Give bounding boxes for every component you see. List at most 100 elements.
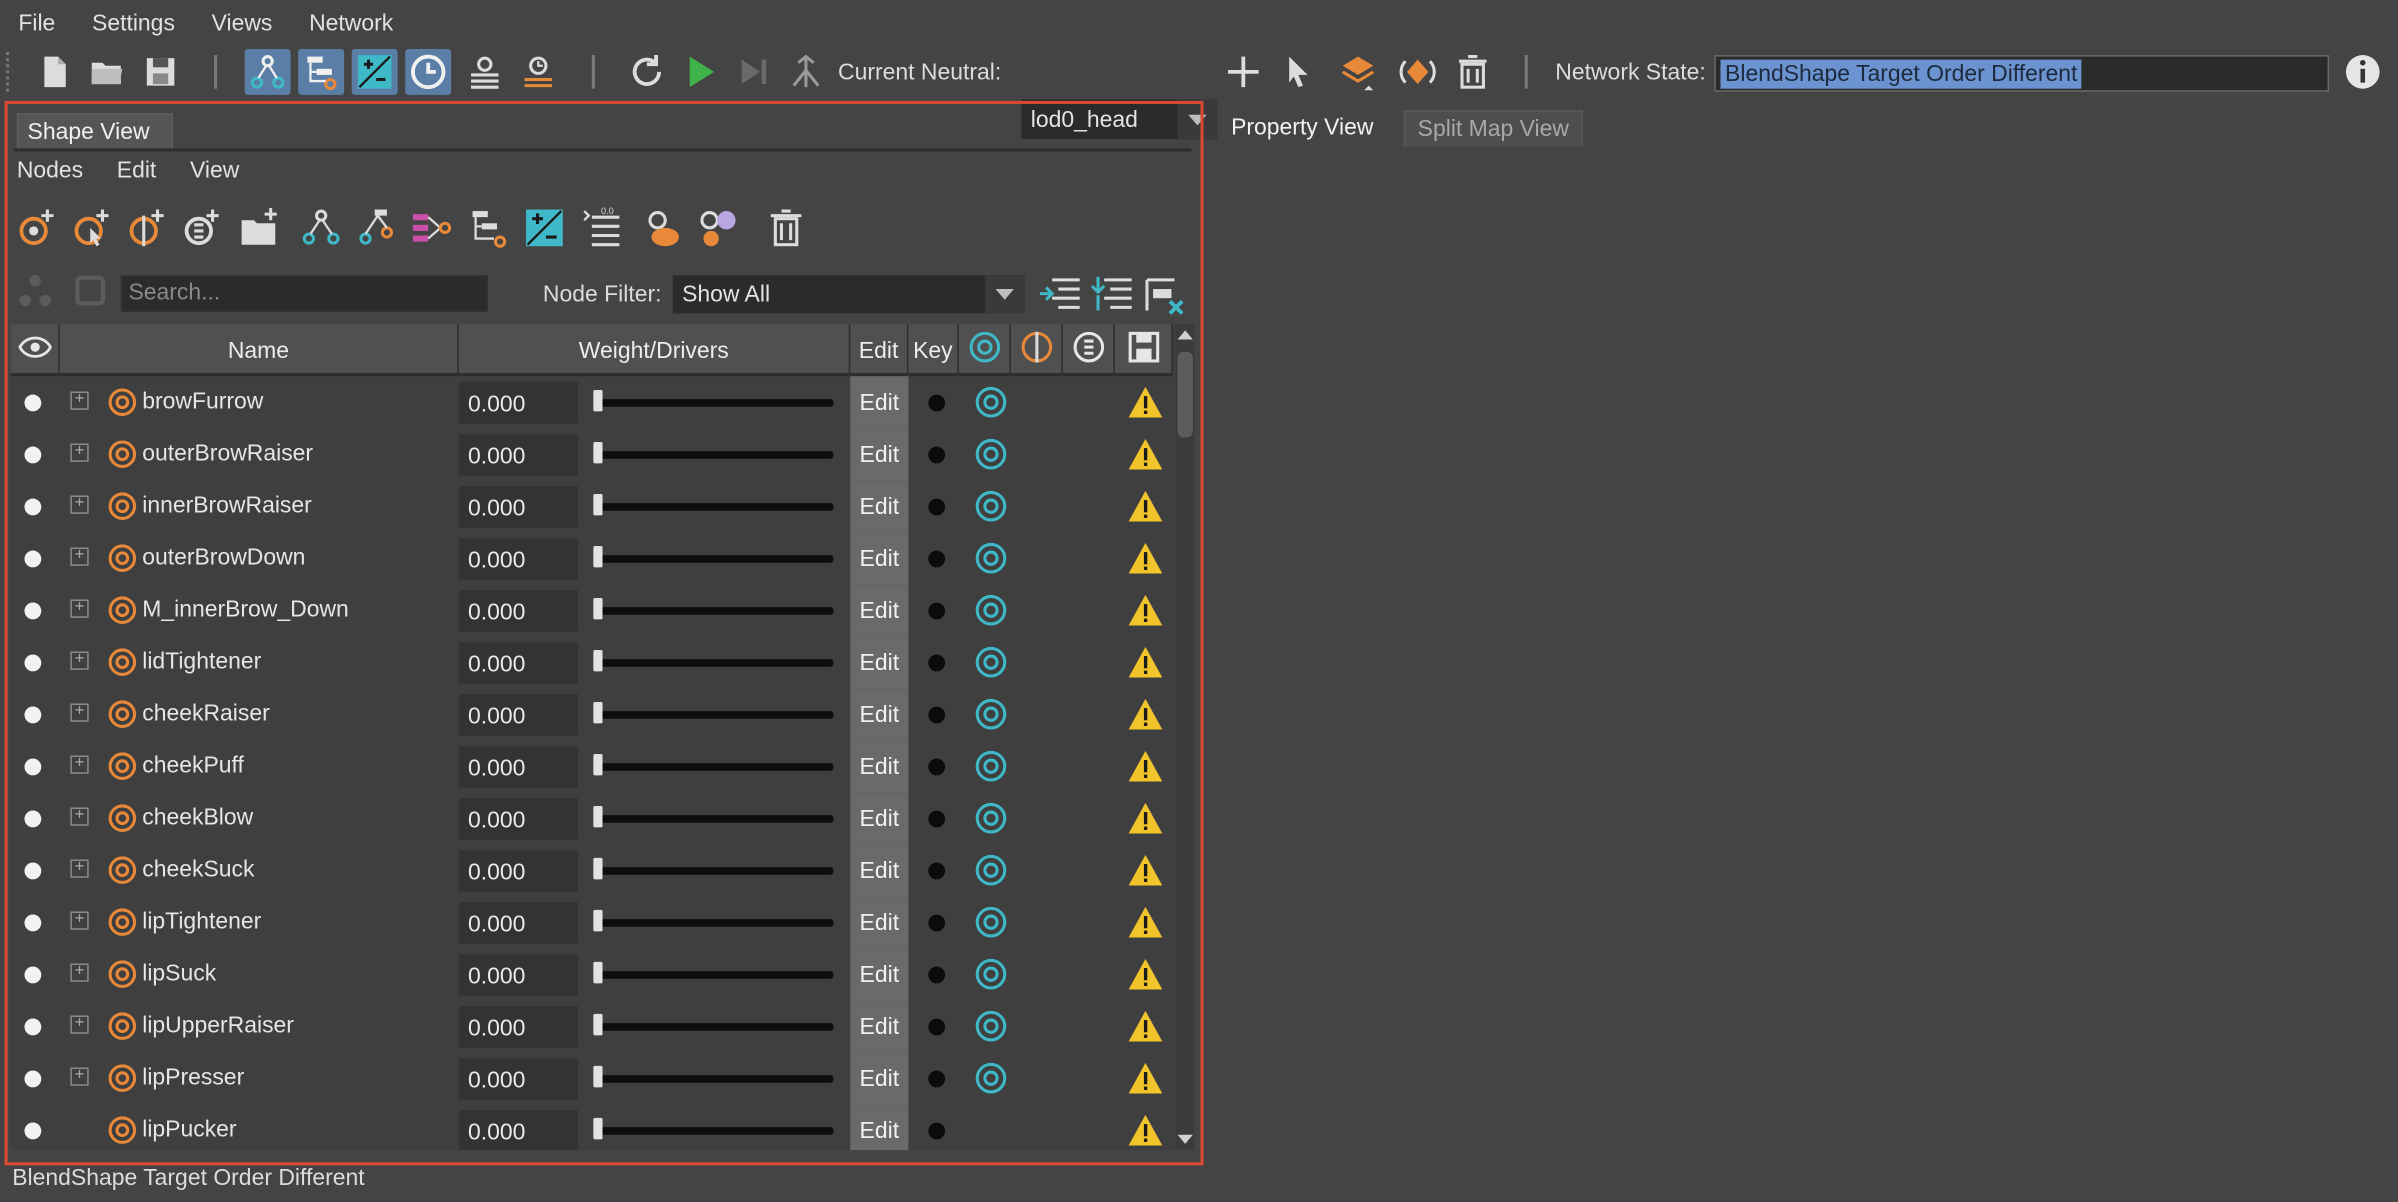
weight-slider[interactable] [594,919,834,927]
slider-handle[interactable] [593,701,603,724]
table-row[interactable]: lipPucker 0.000 Edit [11,1104,1173,1151]
slider-handle[interactable] [593,1117,603,1140]
expand-icon[interactable]: + [70,963,89,982]
target-icon[interactable] [974,489,1008,523]
expand-icon[interactable]: + [70,651,89,670]
weight-slider[interactable] [594,451,834,459]
warning-icon[interactable] [1127,800,1164,837]
expand-icon[interactable]: + [70,599,89,618]
slider-handle[interactable] [593,961,603,984]
menu-settings[interactable]: Settings [92,10,175,36]
visibility-header[interactable] [11,324,60,377]
key-toggle[interactable] [928,758,946,776]
menu-file[interactable]: File [18,10,55,36]
add-group-icon[interactable] [234,202,286,254]
scrollbar-thumb[interactable] [1177,351,1193,438]
table-scrollbar[interactable] [1176,324,1195,1151]
mirror-icon[interactable] [1395,49,1441,95]
mirror-shape-icon[interactable] [693,202,745,254]
tab-property-view[interactable]: Property View [1219,110,1386,147]
slider-handle[interactable] [593,1013,603,1036]
combo-graph-icon[interactable] [405,202,457,254]
target-icon[interactable] [974,593,1008,627]
visibility-toggle[interactable] [24,810,42,828]
add-subtract-icon[interactable] [518,202,570,254]
hierarchy-icon[interactable] [463,202,515,254]
network-state-field[interactable]: BlendShape Target Order Different [1714,55,2330,92]
edit-header[interactable]: Edit [850,324,909,377]
weight-header[interactable]: Weight/Drivers [459,324,851,377]
delete-icon[interactable] [760,202,812,254]
collapse-all-icon[interactable] [1087,272,1136,315]
table-row[interactable]: + outerBrowRaiser 0.000 Edit [11,428,1173,481]
node-graph-icon[interactable] [244,48,291,95]
target-icon[interactable] [974,385,1008,419]
warning-icon[interactable] [1127,1060,1164,1097]
expand-icon[interactable]: + [70,1015,89,1034]
search-input[interactable]: Search... [120,275,488,312]
expand-icon[interactable]: + [70,391,89,410]
menu-views[interactable]: Views [212,10,273,36]
weight-field[interactable]: 0.000 [458,746,579,788]
visibility-toggle[interactable] [24,654,42,672]
edit-button[interactable]: Edit [850,896,909,949]
clear-filter-icon[interactable] [1139,272,1188,315]
expand-icon[interactable]: + [70,807,89,826]
weight-slider[interactable] [594,555,834,563]
weight-field[interactable]: 0.000 [458,434,579,476]
key-toggle[interactable] [928,654,946,672]
menu-edit[interactable]: Edit [117,158,157,192]
slider-handle[interactable] [593,441,603,464]
edit-button[interactable]: Edit [850,636,909,689]
target-icon[interactable] [974,541,1008,575]
weight-slider[interactable] [594,815,834,823]
weight-slider[interactable] [594,867,834,875]
slider-handle[interactable] [593,649,603,672]
weight-slider[interactable] [594,711,834,719]
edit-button[interactable]: Edit [850,1104,909,1151]
slider-handle[interactable] [593,389,603,412]
weight-field[interactable]: 0.000 [458,1110,579,1151]
slider-handle[interactable] [593,1065,603,1088]
key-header[interactable]: Key [908,324,959,377]
key-toggle[interactable] [928,810,946,828]
trash-icon[interactable] [1450,49,1496,95]
target-icon[interactable] [974,853,1008,887]
weight-list-icon[interactable]: 0.0 [577,202,629,254]
weight-field[interactable]: 0.000 [458,954,579,996]
expand-icon[interactable]: + [70,911,89,930]
visibility-toggle[interactable] [24,1122,42,1140]
target-icon[interactable] [974,437,1008,471]
weight-field[interactable]: 0.000 [458,1006,579,1048]
target-icon[interactable] [974,1061,1008,1095]
save-header[interactable] [1115,324,1173,377]
clock-icon[interactable] [405,48,452,95]
table-row[interactable]: + lipPresser 0.000 Edit [11,1052,1173,1105]
visibility-toggle[interactable] [24,1070,42,1088]
expand-icon[interactable]: + [70,495,89,514]
visibility-toggle[interactable] [24,602,42,620]
table-row[interactable]: + innerBrowRaiser 0.000 Edit [11,480,1173,533]
warning-icon[interactable] [1127,540,1164,577]
select-cursor-icon[interactable] [1275,49,1321,95]
weight-slider[interactable] [594,971,834,979]
slider-handle[interactable] [593,545,603,568]
table-row[interactable]: + outerBrowDown 0.000 Edit [11,532,1173,585]
edit-button[interactable]: Edit [850,740,909,793]
table-row[interactable]: + cheekRaiser 0.000 Edit [11,688,1173,741]
weight-field[interactable]: 0.000 [458,486,579,528]
network-filter-icon[interactable] [14,269,57,312]
shape-swap-icon[interactable] [350,202,402,254]
expand-icon[interactable]: + [70,1067,89,1086]
weight-slider[interactable] [594,763,834,771]
add-inbetween-icon[interactable] [66,202,118,254]
refresh-filter-icon[interactable] [69,269,112,312]
add-subtract-icon[interactable] [351,48,398,95]
tab-split-map-view[interactable]: Split Map View [1403,110,1583,147]
weight-field[interactable]: 0.000 [458,538,579,580]
slider-handle[interactable] [593,857,603,880]
weight-field[interactable]: 0.000 [458,694,579,736]
visibility-toggle[interactable] [24,758,42,776]
weight-field[interactable]: 0.000 [458,1058,579,1100]
key-toggle[interactable] [928,446,946,464]
